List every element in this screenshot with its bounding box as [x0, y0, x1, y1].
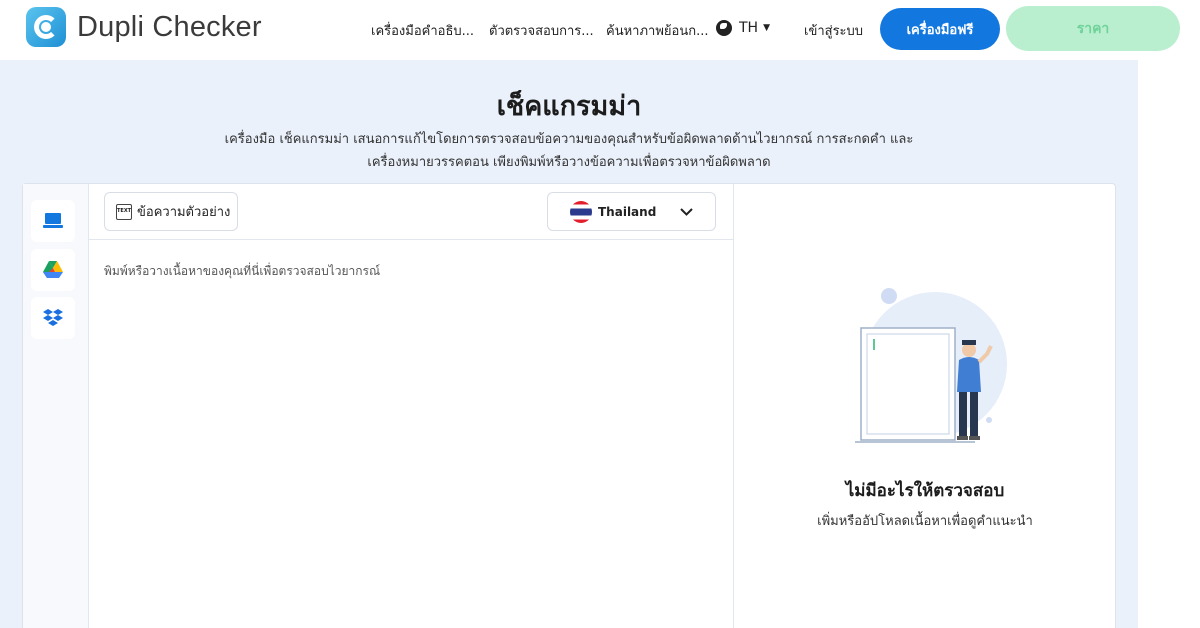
- text-document-icon: TEXT: [116, 203, 132, 220]
- language-code: TH: [739, 20, 759, 36]
- nav-link-reverse-image-search[interactable]: ค้นหาภาพย้อนก...: [606, 20, 708, 41]
- login-link[interactable]: เข้าสู่ระบบ: [804, 20, 863, 41]
- nav-link-checker-tools[interactable]: ตัวตรวจสอบการ...: [489, 20, 594, 41]
- editor-toolbar: TEXT ข้อความตัวอย่าง Thailand: [89, 184, 733, 240]
- site-header: Dupli Checker เครื่องมือคำอธิบ... ตัวตรว…: [0, 0, 1200, 60]
- laptop-icon: [43, 213, 63, 228]
- sample-text-label: ข้อความตัวอย่าง: [137, 205, 231, 220]
- empty-state-subtitle: เพิ่มหรืออัปโหลดเนื้อหาเพื่อดูคำแนะนำ: [817, 514, 1033, 529]
- empty-state-illustration: [855, 288, 1007, 443]
- logo-mark-icon: [26, 7, 66, 47]
- upload-from-google-drive-button[interactable]: [31, 249, 75, 291]
- country-select[interactable]: Thailand: [547, 192, 716, 231]
- page-title: เช็คแกรมม่า: [496, 91, 642, 122]
- nav-link-description-tools[interactable]: เครื่องมือคำอธิบ...: [371, 20, 474, 41]
- upload-from-dropbox-button[interactable]: [31, 297, 75, 339]
- language-selector[interactable]: TH ▼: [716, 20, 770, 36]
- grammar-tool-card: TEXT ข้อความตัวอย่าง Thailand พิมพ์หรือว…: [22, 183, 1116, 628]
- editor-input[interactable]: พิมพ์หรือวางเนื้อหาของคุณที่นี่เพื่อตรวจ…: [104, 262, 380, 281]
- empty-state-title: ไม่มีอะไรให้ตรวจสอบ: [845, 481, 1005, 501]
- logo-text: Dupli Checker: [77, 10, 262, 43]
- logo[interactable]: Dupli Checker: [26, 7, 262, 47]
- country-selected-value: Thailand: [598, 204, 657, 219]
- upload-from-computer-button[interactable]: [31, 200, 75, 242]
- dropbox-icon: [43, 309, 63, 326]
- chevron-down-icon: [680, 208, 693, 216]
- caret-down-icon: ▼: [763, 23, 771, 33]
- google-drive-icon: [43, 261, 63, 278]
- sample-text-button[interactable]: TEXT ข้อความตัวอย่าง: [104, 192, 238, 231]
- free-tools-button[interactable]: เครื่องมือฟรี: [880, 8, 1000, 50]
- results-panel: ไม่มีอะไรให้ตรวจสอบ เพิ่มหรืออัปโหลดเนื้…: [735, 184, 1115, 628]
- thailand-flag-icon: [570, 200, 592, 223]
- page-description: เครื่องมือ เช็คแกรมม่า เสนอการแก้ไขโดยกา…: [130, 128, 1008, 174]
- globe-icon: [716, 20, 732, 36]
- pricing-button[interactable]: ราคา: [1006, 6, 1180, 51]
- source-sidebar: [23, 184, 89, 628]
- description-line-2: เครื่องหมายวรรคตอน เพียงพิมพ์หรือวางข้อค…: [367, 155, 771, 170]
- text-editor-panel: TEXT ข้อความตัวอย่าง Thailand พิมพ์หรือว…: [89, 184, 734, 628]
- description-line-1: เครื่องมือ เช็คแกรมม่า เสนอการแก้ไขโดยกา…: [224, 132, 914, 147]
